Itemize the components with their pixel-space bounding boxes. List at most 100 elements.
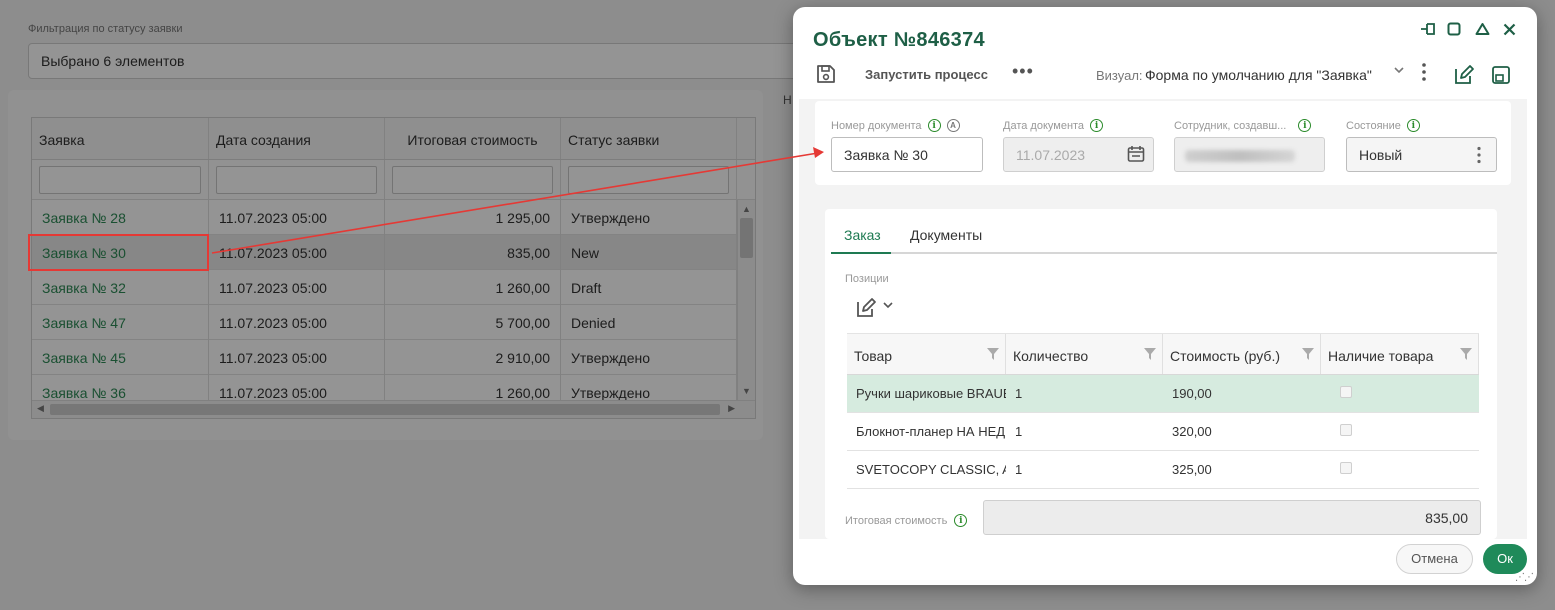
scroll-up-icon[interactable]: ▲ [742,204,751,214]
filter-funnel-icon[interactable] [1144,348,1156,360]
state-label: Состояние [1346,119,1401,132]
positions-label: Позиции [845,273,889,285]
table-row[interactable]: Заявка № 28 11.07.2023 05:00 1 295,00 Ут… [32,199,737,235]
scroll-thumb[interactable] [50,404,720,415]
cost-cell: 190,00 [1172,386,1212,401]
scroll-left-icon[interactable]: ◀ [37,403,44,414]
filter-input-status[interactable] [568,166,729,194]
filter-funnel-icon[interactable] [1302,348,1314,360]
cancel-button[interactable]: Отмена [1396,544,1473,574]
availability-cell [1321,386,1479,401]
auto-number-icon[interactable]: A [946,119,960,132]
visual-label: Визуал: [1096,68,1143,83]
resize-handle-icon[interactable]: ⋰⋰ [1515,572,1534,583]
vertical-dots-icon[interactable] [1476,146,1482,167]
info-icon[interactable]: i [954,514,968,527]
tab-order[interactable]: Заказ [844,227,881,243]
col-header-status[interactable]: Статус заявки [561,118,737,159]
availability-checkbox[interactable] [1340,462,1352,474]
run-process-button[interactable]: Запустить процесс [865,67,988,82]
grid-header: Заявка Дата создания Итоговая стоимость … [32,118,755,160]
modal-toolbar: Запустить процесс ••• Визуал: Форма по у… [793,59,1537,99]
product-cell: Ручки шариковые BRAUB [856,386,1006,401]
total-cell: 5 700,00 [385,304,561,340]
grid-horizontal-scrollbar[interactable]: ◀ ▶ [32,400,755,418]
pin-icon[interactable] [1418,19,1438,39]
request-link[interactable]: Заявка № 28 [32,199,209,235]
col-header-label: Наличие товара [1328,348,1434,364]
document-header-card: Номер документа i A Заявка № 30 Дата док… [815,101,1511,185]
col-header-created[interactable]: Дата создания [209,118,385,159]
edit-icon[interactable] [855,297,877,319]
scroll-down-icon[interactable]: ▼ [742,386,751,396]
status-cell: Denied [561,304,737,340]
col-header-availability[interactable]: Наличие товара [1321,334,1479,374]
partial-label: Н [783,93,792,107]
created-cell: 11.07.2023 05:00 [209,269,385,305]
employee-label: Сотрудник, создавш... [1174,119,1287,132]
chevron-down-icon[interactable] [1393,64,1405,79]
total-cell: 2 910,00 [385,339,561,375]
request-link[interactable]: Заявка № 32 [32,269,209,305]
request-link[interactable]: Заявка № 45 [32,339,209,375]
more-actions-button[interactable]: ••• [1012,61,1034,82]
filter-input-request[interactable] [39,166,201,194]
scroll-thumb[interactable] [740,218,753,258]
grid-vertical-scrollbar[interactable]: ▲ ▼ [737,200,755,400]
col-header-quantity[interactable]: Количество [1006,334,1163,374]
table-row[interactable]: Заявка № 47 11.07.2023 05:00 5 700,00 De… [32,304,737,340]
product-cell: SVETOCOPY CLASSIC, A4 [856,462,1006,477]
request-link[interactable]: Заявка № 47 [32,304,209,340]
filter-funnel-icon[interactable] [1460,348,1472,360]
visual-select[interactable]: Форма по умолчанию для "Заявка" [1145,67,1372,83]
close-icon[interactable] [1499,19,1519,39]
info-icon[interactable]: i [927,119,941,132]
calendar-icon[interactable] [1127,145,1145,166]
info-icon[interactable]: i [1298,119,1312,132]
doc-number-label-group: Номер документа i A [831,119,960,132]
info-icon[interactable]: i [1090,119,1104,132]
col-header-cost[interactable]: Стоимость (руб.) [1163,334,1321,374]
dock-icon[interactable] [1490,64,1512,86]
chevron-down-icon[interactable] [882,299,894,314]
table-row[interactable]: Заявка № 32 11.07.2023 05:00 1 260,00 Dr… [32,269,737,305]
tab-documents[interactable]: Документы [910,227,982,243]
vertical-dots-icon[interactable] [1421,62,1427,87]
availability-checkbox[interactable] [1340,386,1352,398]
created-cell: 11.07.2023 05:00 [209,234,385,270]
doc-number-field[interactable]: Заявка № 30 [831,137,983,172]
table-row[interactable]: SVETOCOPY CLASSIC, A4 1 325,00 [847,451,1479,489]
table-row[interactable]: Заявка № 45 11.07.2023 05:00 2 910,00 Ут… [32,339,737,375]
maximize-icon[interactable] [1444,19,1464,39]
state-select[interactable]: Новый [1346,137,1497,172]
filter-input-created[interactable] [216,166,377,194]
tabs-card: Заказ Документы Позиции Товар Количество… [825,209,1497,539]
info-icon[interactable]: i [1406,119,1420,132]
doc-date-field: 11.07.2023 [1003,137,1154,172]
col-header-request[interactable]: Заявка [32,118,209,159]
created-cell: 11.07.2023 05:00 [209,304,385,340]
save-icon[interactable] [815,63,839,87]
total-cell: 1 295,00 [385,199,561,235]
status-filter-select[interactable]: Выбрано 6 элементов [28,43,828,79]
object-modal: Объект №846374 Запустить процесс ••• Виз… [793,7,1537,585]
col-header-label: Количество [1013,348,1089,364]
grid-filter-row [32,160,755,200]
minimize-icon[interactable] [1472,19,1492,39]
table-row[interactable]: Блокнот-планер НА НЕДЕ 1 320,00 [847,413,1479,451]
availability-cell [1321,462,1479,477]
availability-checkbox[interactable] [1340,424,1352,436]
positions-header: Товар Количество Стоимость (руб.) Наличи… [847,333,1479,375]
edit-icon[interactable] [1453,64,1475,86]
col-header-label: Товар [854,348,893,364]
filter-input-total[interactable] [392,166,553,194]
ok-button[interactable]: Ок [1483,544,1527,574]
filter-funnel-icon[interactable] [987,348,999,360]
status-cell: Утверждено [561,199,737,235]
col-header-product[interactable]: Товар [847,334,1006,374]
scroll-right-icon[interactable]: ▶ [728,403,735,414]
filter-cell [385,160,561,199]
filter-cell [561,160,737,199]
table-row[interactable]: Ручки шариковые BRAUB 1 190,00 [847,375,1479,413]
col-header-total[interactable]: Итоговая стоимость [385,118,561,159]
